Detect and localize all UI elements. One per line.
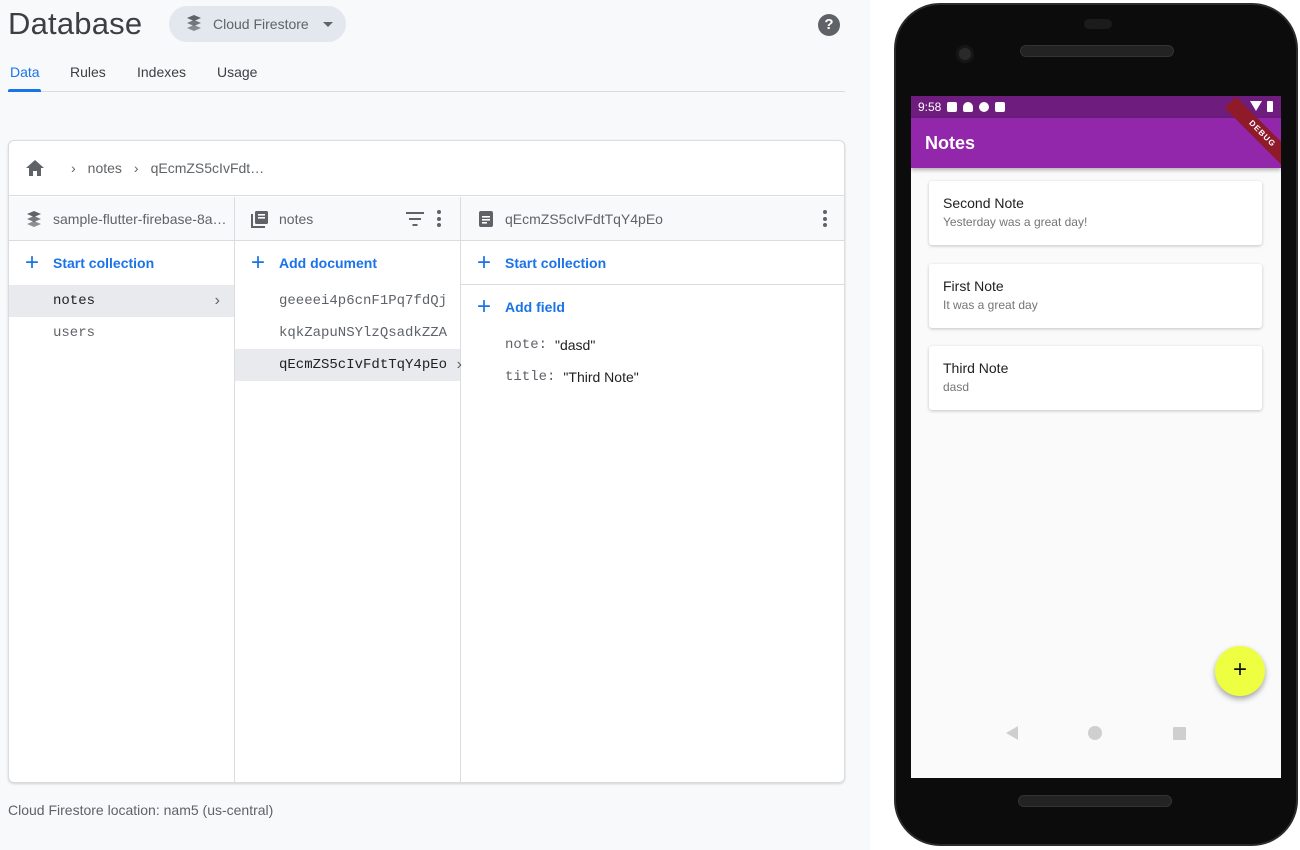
- field-row[interactable]: note: "dasd": [461, 329, 844, 361]
- document-column: qEcmZS5cIvFdtTqY4pEo + Start collection …: [461, 197, 844, 782]
- help-icon[interactable]: ?: [818, 14, 840, 36]
- status-right-icons: [1250, 101, 1273, 112]
- project-icon: [27, 210, 41, 227]
- field-key: title:: [505, 369, 556, 385]
- start-collection-button[interactable]: + Start collection: [9, 241, 234, 285]
- note-card[interactable]: First Note It was a great day: [929, 264, 1262, 328]
- start-collection-label: Start collection: [53, 255, 155, 271]
- collection-item-notes[interactable]: notes ›: [9, 285, 234, 317]
- note-title: First Note: [943, 278, 1004, 294]
- tab-usage[interactable]: Usage: [217, 64, 257, 80]
- add-field-label: Add field: [505, 299, 565, 315]
- dropdown-caret-icon: [322, 21, 333, 27]
- note-title: Second Note: [943, 195, 1024, 211]
- bottom-speaker: [1018, 795, 1172, 807]
- firestore-location: Cloud Firestore location: nam5 (us-centr…: [8, 802, 274, 818]
- android-nav-bar: [911, 711, 1281, 755]
- recent-apps-icon[interactable]: [1172, 726, 1186, 740]
- sensor: [1084, 19, 1112, 29]
- tab-rules[interactable]: Rules: [70, 64, 106, 80]
- product-selector-label: Cloud Firestore: [213, 16, 309, 32]
- back-icon[interactable]: [1006, 726, 1019, 740]
- field-value: "dasd": [555, 337, 596, 353]
- data-panel: › notes › qEcmZS5cIvFdt… sample-flutter-…: [8, 140, 845, 783]
- page-title: Database: [8, 6, 143, 41]
- chevron-right-icon: ›: [214, 292, 220, 309]
- document-icon: [479, 210, 493, 227]
- project-name: sample-flutter-firebase-8a…: [53, 210, 227, 227]
- document-item-label: geeeei4p6cnF1Pq7fdQj: [279, 293, 448, 309]
- plus-icon: +: [251, 249, 266, 276]
- document-item[interactable]: kqkZapuNSYlzQsadkZZA: [235, 317, 460, 349]
- filter-icon[interactable]: [406, 212, 424, 226]
- top-speaker: [1020, 45, 1174, 57]
- home-button-icon[interactable]: [1088, 726, 1103, 740]
- add-field-button[interactable]: + Add field: [461, 285, 844, 329]
- app-title: Notes: [925, 132, 976, 153]
- wifi-icon: [1250, 101, 1262, 111]
- note-card[interactable]: Third Note dasd: [929, 346, 1262, 410]
- home-icon[interactable]: [25, 159, 45, 177]
- plus-icon: +: [477, 248, 492, 276]
- collection-icon: [251, 210, 268, 228]
- collection-item-users[interactable]: users: [9, 317, 234, 349]
- add-note-button[interactable]: +: [1215, 646, 1265, 696]
- front-camera: [956, 45, 974, 63]
- more-vert-icon[interactable]: [437, 210, 441, 230]
- firestore-icon: [187, 15, 201, 31]
- tab-indexes[interactable]: Indexes: [137, 64, 186, 80]
- sd-card-icon: [995, 102, 1006, 112]
- note-subtitle: dasd: [943, 380, 970, 394]
- start-subcollection-button[interactable]: + Start collection: [461, 241, 844, 285]
- chevron-right-icon: ›: [133, 160, 139, 176]
- sync-icon: [979, 102, 990, 112]
- add-document-label: Add document: [279, 255, 377, 271]
- plus-icon: +: [477, 293, 492, 320]
- firebase-console: Database Cloud Firestore ? Data Rules In…: [0, 0, 870, 850]
- product-selector[interactable]: Cloud Firestore: [169, 6, 346, 42]
- document-item[interactable]: geeeei4p6cnF1Pq7fdQj: [235, 285, 460, 317]
- notification-icon: [947, 102, 958, 112]
- breadcrumb-document[interactable]: qEcmZS5cIvFdt…: [151, 160, 265, 176]
- battery-icon: [1267, 101, 1273, 112]
- collection-name: notes: [279, 210, 314, 227]
- collection-column-header: notes: [235, 197, 460, 241]
- field-value: "Third Note": [563, 369, 639, 385]
- collection-column: notes + Add document geeeei4p6cnF1Pq7fdQ…: [235, 197, 462, 782]
- phone-screen: 9:58 Notes DEBUG Second Note Yesterday w…: [911, 96, 1281, 778]
- tab-bar: Data Rules Indexes Usage: [8, 56, 845, 92]
- shield-icon: [963, 102, 974, 112]
- root-column-header: sample-flutter-firebase-8a…: [9, 197, 234, 241]
- breadcrumb-collection[interactable]: notes: [88, 160, 122, 176]
- breadcrumb: › notes › qEcmZS5cIvFdt…: [9, 141, 844, 196]
- note-card[interactable]: Second Note Yesterday was a great day!: [929, 181, 1262, 245]
- document-item-label: qEcmZS5cIvFdtTqY4pEo: [279, 357, 448, 373]
- app-bar: Notes DEBUG: [911, 96, 1281, 172]
- document-item-label: kqkZapuNSYlzQsadkZZA: [279, 325, 448, 341]
- document-item-selected[interactable]: qEcmZS5cIvFdtTqY4pEo ›: [235, 349, 462, 381]
- collection-item-label: users: [53, 325, 96, 341]
- plus-icon: +: [25, 249, 40, 276]
- collection-item-label: notes: [53, 293, 96, 309]
- field-row[interactable]: title: "Third Note": [461, 361, 844, 393]
- document-column-header: qEcmZS5cIvFdtTqY4pEo: [461, 197, 844, 241]
- active-tab-indicator: [8, 89, 41, 92]
- root-column: sample-flutter-firebase-8a… + Start coll…: [9, 197, 235, 782]
- android-emulator: 9:58 Notes DEBUG Second Note Yesterday w…: [894, 3, 1298, 846]
- tab-data[interactable]: Data: [10, 64, 40, 80]
- document-id: qEcmZS5cIvFdtTqY4pEo: [505, 210, 663, 227]
- start-collection-label: Start collection: [505, 254, 607, 271]
- note-title: Third Note: [943, 360, 1009, 376]
- note-subtitle: Yesterday was a great day!: [943, 215, 1088, 229]
- note-subtitle: It was a great day: [943, 298, 1038, 312]
- status-time: 9:58: [918, 100, 942, 114]
- field-key: note:: [505, 337, 548, 353]
- add-document-button[interactable]: + Add document: [235, 241, 460, 285]
- more-vert-icon[interactable]: [823, 210, 827, 230]
- chevron-right-icon: ›: [71, 160, 76, 176]
